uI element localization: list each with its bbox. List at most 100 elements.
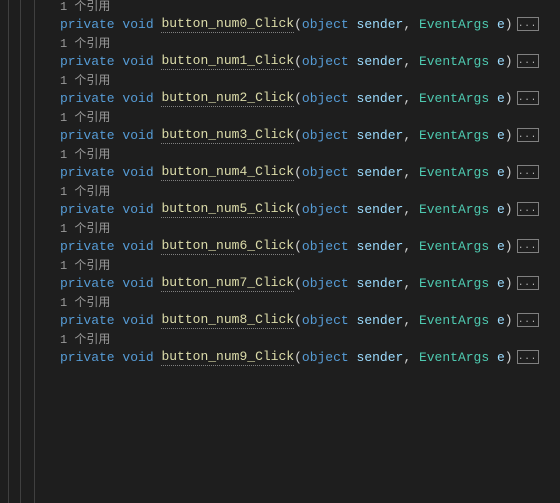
method-signature[interactable]: private void button_num9_Click(object se… [60,348,560,366]
type-object: object [302,312,349,329]
collapsed-region-icon[interactable]: ... [517,128,539,142]
space [349,164,357,181]
codelens-reference[interactable]: 1 个引用 [60,0,560,15]
method-block: 1 个引用private void button_num2_Click(obje… [40,70,560,107]
method-block: 1 个引用private void button_num6_Click(obje… [40,218,560,255]
space [115,275,123,292]
space [115,349,123,366]
codelens-reference[interactable]: 1 个引用 [60,33,560,52]
method-block: 1 个引用private void button_num8_Click(obje… [40,292,560,329]
type-object: object [302,275,349,292]
collapsed-region-icon[interactable]: ... [517,91,539,105]
comma: , [403,312,419,329]
space [489,90,497,107]
indent-guide [8,0,9,503]
space [349,201,357,218]
method-block: 1 个引用private void button_num0_Click(obje… [40,0,560,33]
param-sender: sender [357,201,404,218]
open-paren: ( [294,312,302,329]
codelens-reference[interactable]: 1 个引用 [60,292,560,311]
method-signature[interactable]: private void button_num5_Click(object se… [60,200,560,218]
param-e: e [497,349,505,366]
collapsed-region-icon[interactable]: ... [517,239,539,253]
param-sender: sender [357,53,404,70]
codelens-reference[interactable]: 1 个引用 [60,70,560,89]
codelens-reference[interactable]: 1 个引用 [60,144,560,163]
collapsed-region-icon[interactable]: ... [517,165,539,179]
close-paren: ) [505,164,513,181]
type-eventargs: EventArgs [419,127,489,144]
collapsed-region-icon[interactable]: ... [517,54,539,68]
space [349,349,357,366]
method-block: 1 个引用private void button_num7_Click(obje… [40,255,560,292]
space [115,238,123,255]
keyword-private: private [60,312,115,329]
close-paren: ) [505,201,513,218]
space [115,164,123,181]
keyword-void: void [122,275,153,292]
keyword-void: void [122,53,153,70]
space [154,275,162,292]
codelens-reference[interactable]: 1 个引用 [60,255,560,274]
space [489,16,497,33]
space [489,53,497,70]
space [115,16,123,33]
method-signature[interactable]: private void button_num1_Click(object se… [60,52,560,70]
method-block: 1 个引用private void button_num3_Click(obje… [40,107,560,144]
open-paren: ( [294,238,302,255]
method-name: button_num4_Click [161,163,294,181]
param-sender: sender [357,312,404,329]
collapsed-region-icon[interactable]: ... [517,276,539,290]
comma: , [403,127,419,144]
collapsed-region-icon[interactable]: ... [517,313,539,327]
space [154,312,162,329]
collapsed-region-icon[interactable]: ... [517,350,539,364]
method-block: 1 个引用private void button_num4_Click(obje… [40,144,560,181]
type-eventargs: EventArgs [419,349,489,366]
param-e: e [497,238,505,255]
param-e: e [497,90,505,107]
space [115,312,123,329]
space [115,90,123,107]
param-sender: sender [357,90,404,107]
method-signature[interactable]: private void button_num3_Click(object se… [60,126,560,144]
close-paren: ) [505,312,513,329]
open-paren: ( [294,16,302,33]
space [489,164,497,181]
open-paren: ( [294,90,302,107]
method-signature[interactable]: private void button_num4_Click(object se… [60,163,560,181]
open-paren: ( [294,275,302,292]
indent-guide [34,0,35,503]
method-signature[interactable]: private void button_num7_Click(object se… [60,274,560,292]
type-object: object [302,90,349,107]
param-sender: sender [357,127,404,144]
codelens-reference[interactable]: 1 个引用 [60,218,560,237]
method-signature[interactable]: private void button_num0_Click(object se… [60,15,560,33]
space [154,16,162,33]
space [349,238,357,255]
method-signature[interactable]: private void button_num2_Click(object se… [60,89,560,107]
open-paren: ( [294,201,302,218]
param-e: e [497,201,505,218]
method-name: button_num6_Click [161,237,294,255]
keyword-private: private [60,127,115,144]
codelens-reference[interactable]: 1 个引用 [60,329,560,348]
collapsed-region-icon[interactable]: ... [517,17,539,31]
method-signature[interactable]: private void button_num8_Click(object se… [60,311,560,329]
param-e: e [497,53,505,70]
keyword-private: private [60,349,115,366]
space [489,312,497,329]
type-object: object [302,127,349,144]
code-editor[interactable]: 1 个引用private void button_num0_Click(obje… [40,0,560,503]
space [489,201,497,218]
keyword-private: private [60,164,115,181]
codelens-reference[interactable]: 1 个引用 [60,107,560,126]
method-signature[interactable]: private void button_num6_Click(object se… [60,237,560,255]
param-sender: sender [357,164,404,181]
keyword-void: void [122,90,153,107]
codelens-reference[interactable]: 1 个引用 [60,181,560,200]
method-name: button_num8_Click [161,311,294,329]
collapsed-region-icon[interactable]: ... [517,202,539,216]
comma: , [403,90,419,107]
comma: , [403,201,419,218]
